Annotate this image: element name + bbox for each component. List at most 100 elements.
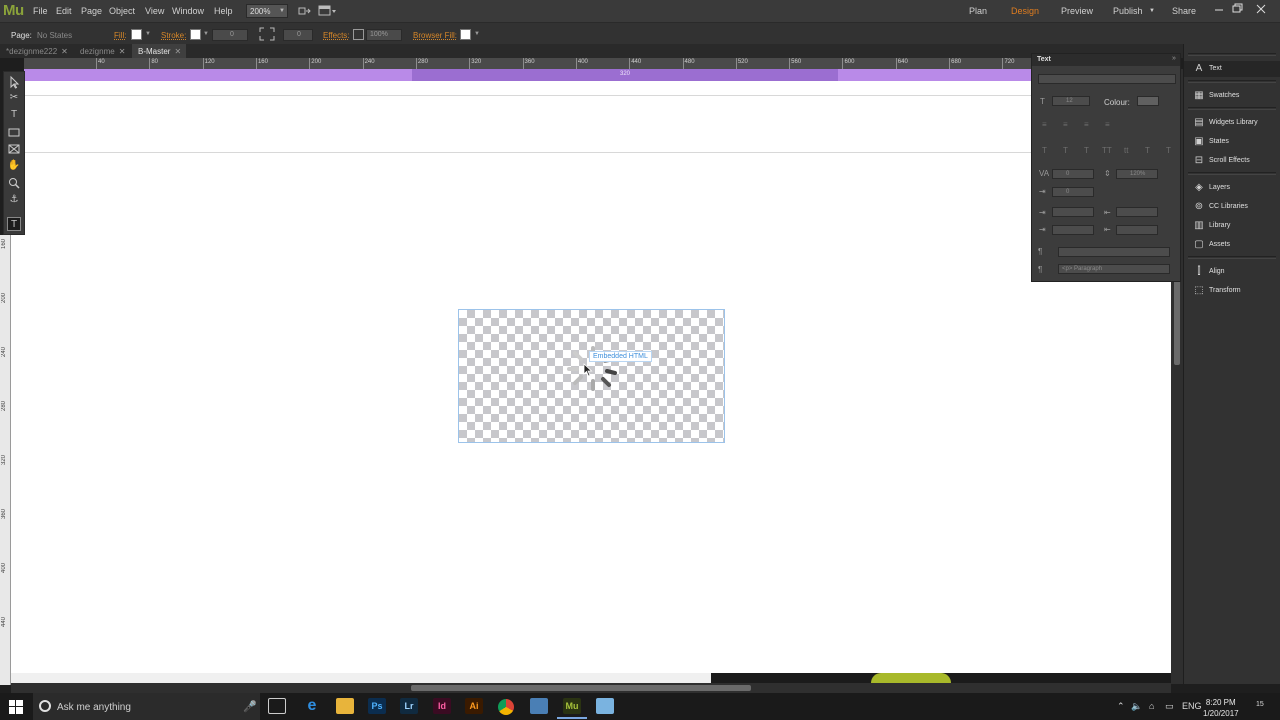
stroke-width-field[interactable]: 0 bbox=[212, 29, 248, 41]
italic-icon[interactable]: T bbox=[1063, 146, 1068, 155]
space-after-field[interactable] bbox=[1116, 225, 1158, 235]
menu-object[interactable]: Object bbox=[109, 6, 135, 16]
fill-label[interactable]: Fill: bbox=[114, 31, 126, 40]
fill-dropdown-icon[interactable]: ▼ bbox=[145, 31, 151, 37]
leading-field[interactable]: 120% bbox=[1116, 169, 1158, 179]
volume-icon[interactable]: 🔈 bbox=[1131, 701, 1142, 712]
underline-icon[interactable]: T bbox=[1084, 146, 1089, 155]
dock-swatches[interactable]: ▦ Swatches bbox=[1184, 88, 1280, 104]
dock-library[interactable]: ▥ Library bbox=[1184, 218, 1280, 234]
horizontal-scrollbar[interactable] bbox=[11, 683, 1171, 693]
align-right-icon[interactable]: ≡ bbox=[1084, 120, 1089, 129]
restore-icon[interactable] bbox=[1229, 2, 1245, 16]
align-center-icon[interactable]: ≡ bbox=[1063, 120, 1068, 129]
bold-icon[interactable]: T bbox=[1042, 146, 1047, 155]
chrome-icon[interactable] bbox=[498, 699, 514, 715]
font-family-dropdown[interactable] bbox=[1038, 74, 1176, 84]
fill-swatch[interactable] bbox=[131, 29, 142, 40]
paragraph-style-dropdown[interactable]: <p> Paragraph bbox=[1058, 264, 1170, 274]
notifications-badge[interactable]: 15 bbox=[1256, 701, 1264, 708]
close-tab-icon[interactable]: ✕ bbox=[61, 47, 68, 56]
menu-help[interactable]: Help bbox=[214, 6, 233, 16]
language-indicator[interactable]: ENG bbox=[1182, 701, 1202, 711]
menu-window[interactable]: Window bbox=[172, 6, 204, 16]
anchor-tool-icon[interactable]: ⚓ bbox=[7, 193, 21, 207]
colour-swatch[interactable] bbox=[1137, 96, 1159, 106]
character-style-dropdown[interactable] bbox=[1058, 247, 1170, 257]
workspace-publish[interactable]: Publish bbox=[1113, 6, 1143, 16]
browser-fill-dropdown-icon[interactable]: ▼ bbox=[474, 31, 480, 37]
menu-file[interactable]: File bbox=[33, 6, 48, 16]
illustrator-icon[interactable]: Ai bbox=[465, 698, 483, 714]
dock-scroll-effects[interactable]: ⊟ Scroll Effects bbox=[1184, 153, 1280, 169]
tracking-field[interactable]: 0 bbox=[1052, 169, 1094, 179]
frame-tool-icon[interactable] bbox=[7, 142, 21, 156]
close-tab-icon[interactable]: ✕ bbox=[119, 47, 126, 56]
edge-icon[interactable]: e bbox=[303, 698, 321, 714]
view-mode-icon[interactable] bbox=[318, 5, 336, 17]
horizontal-scroll-thumb[interactable] bbox=[411, 685, 751, 691]
subscript-icon[interactable]: T bbox=[1166, 146, 1171, 155]
cortana-search-box[interactable]: Ask me anything 🎤 bbox=[33, 693, 260, 720]
photos-app-icon[interactable] bbox=[530, 698, 548, 714]
stroke-dropdown-icon[interactable]: ▼ bbox=[203, 31, 209, 37]
right-indent-field[interactable] bbox=[1116, 207, 1158, 217]
dock-cc-libraries[interactable]: ⊚ CC Libraries bbox=[1184, 199, 1280, 215]
page-state-value[interactable]: No States bbox=[37, 31, 72, 40]
indesign-icon[interactable]: Id bbox=[433, 698, 451, 714]
hand-tool-icon[interactable]: ✋ bbox=[7, 159, 21, 173]
tray-chevron-icon[interactable]: ⌃ bbox=[1117, 701, 1125, 712]
microphone-icon[interactable]: 🎤 bbox=[243, 700, 257, 713]
app-icon[interactable] bbox=[596, 698, 614, 714]
task-view-icon[interactable] bbox=[268, 698, 286, 714]
close-icon[interactable] bbox=[1253, 2, 1269, 16]
zoom-tool-icon[interactable] bbox=[7, 176, 21, 190]
network-icon[interactable]: ⌂ bbox=[1149, 701, 1154, 711]
effects-label[interactable]: Effects: bbox=[323, 31, 350, 40]
browser-fill-swatch[interactable] bbox=[460, 29, 471, 40]
zoom-dropdown[interactable]: 200% ▼ bbox=[246, 4, 288, 18]
publish-dropdown-icon[interactable]: ▼ bbox=[1149, 8, 1155, 14]
dock-states[interactable]: ▣ States bbox=[1184, 134, 1280, 150]
text-tool-icon[interactable]: T bbox=[7, 108, 21, 122]
corner-radius-icon[interactable] bbox=[259, 27, 275, 41]
dock-layers[interactable]: ◈ Layers bbox=[1184, 180, 1280, 196]
dock-assets[interactable]: ▢ Assets bbox=[1184, 237, 1280, 253]
workspace-preview[interactable]: Preview bbox=[1061, 6, 1093, 16]
dock-widgets-library[interactable]: ▤ Widgets Library bbox=[1184, 115, 1280, 131]
vertical-scroll-thumb[interactable] bbox=[1174, 269, 1180, 365]
tab-dezignme222[interactable]: *dezignme222 ✕ bbox=[0, 44, 72, 58]
align-justify-icon[interactable]: ≡ bbox=[1105, 120, 1110, 129]
caps-icon[interactable]: TT bbox=[1102, 146, 1112, 155]
collapse-panel-icon[interactable]: » bbox=[1172, 55, 1176, 62]
close-tab-icon[interactable]: ✕ bbox=[174, 47, 181, 56]
minimize-icon[interactable] bbox=[1211, 2, 1227, 16]
left-indent-field[interactable] bbox=[1052, 207, 1094, 217]
effects-icon[interactable] bbox=[353, 29, 364, 40]
file-explorer-icon[interactable] bbox=[336, 698, 354, 714]
menu-edit[interactable]: Edit bbox=[56, 6, 72, 16]
dock-text[interactable]: A Text bbox=[1184, 61, 1280, 77]
workspace-plan[interactable]: Plan bbox=[969, 6, 987, 16]
align-left-icon[interactable]: ≡ bbox=[1042, 120, 1047, 129]
selection-tool-icon[interactable] bbox=[7, 75, 21, 89]
battery-icon[interactable]: ▭ bbox=[1165, 701, 1174, 712]
dock-transform[interactable]: ⬚ Transform bbox=[1184, 283, 1280, 299]
photoshop-icon[interactable]: Ps bbox=[368, 698, 386, 714]
opacity-field[interactable]: 100% bbox=[366, 29, 402, 41]
menu-view[interactable]: View bbox=[145, 6, 164, 16]
browser-fill-label[interactable]: Browser Fill: bbox=[413, 31, 457, 40]
muse-taskbar-icon[interactable]: Mu bbox=[557, 698, 587, 719]
stroke-label[interactable]: Stroke: bbox=[161, 31, 186, 40]
small-caps-icon[interactable]: tt bbox=[1124, 146, 1128, 155]
space-before-field[interactable] bbox=[1052, 225, 1094, 235]
dock-align[interactable]: ⫿ Align bbox=[1184, 264, 1280, 280]
rectangle-tool-icon[interactable] bbox=[7, 125, 21, 139]
corner-radius-field[interactable]: 0 bbox=[283, 29, 313, 41]
superscript-icon[interactable]: T bbox=[1145, 146, 1150, 155]
system-clock[interactable]: 8:20 PM 1/20/2017 bbox=[1203, 697, 1239, 719]
tab-b-master[interactable]: B-Master ✕ bbox=[132, 44, 186, 58]
active-text-tool-icon[interactable]: T bbox=[7, 217, 21, 231]
windows-start-icon[interactable] bbox=[9, 700, 23, 714]
tab-dezignme[interactable]: dezignme ✕ bbox=[74, 44, 130, 58]
